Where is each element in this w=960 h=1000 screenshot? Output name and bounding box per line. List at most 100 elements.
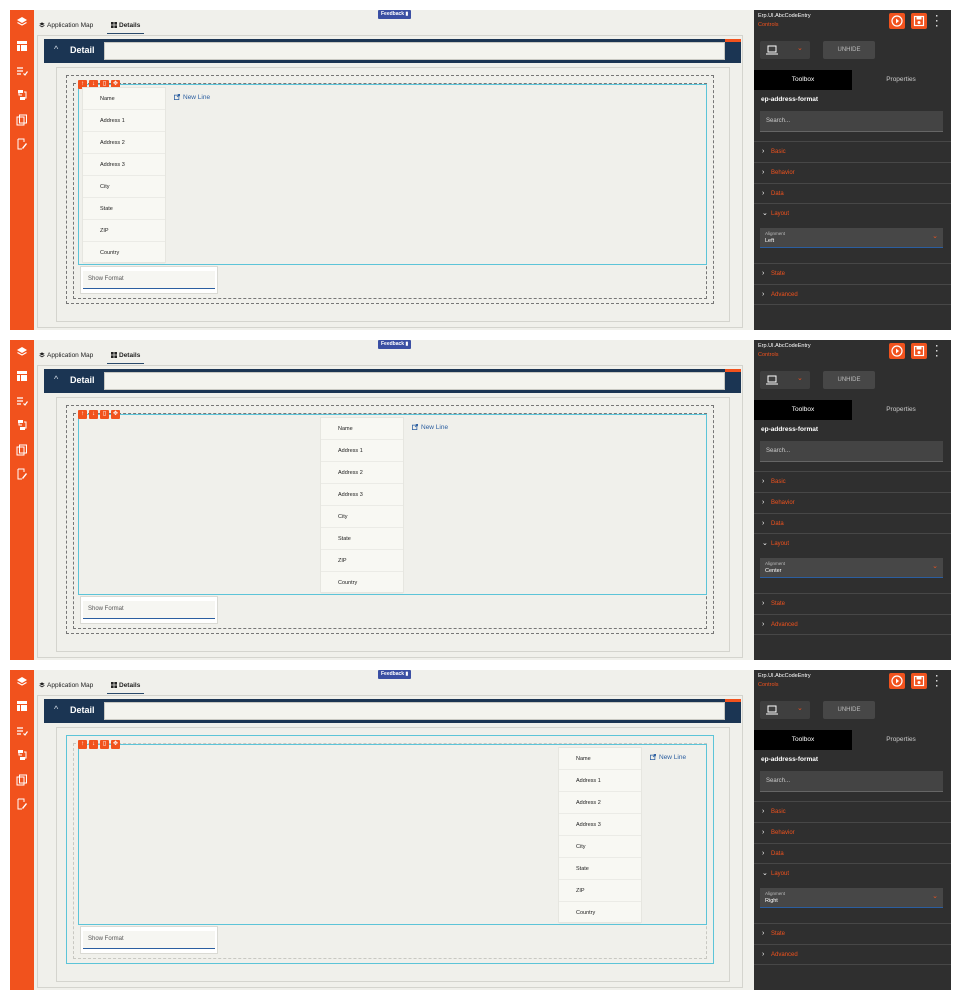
section-layout[interactable]: ⌄ Layout bbox=[754, 863, 951, 883]
edit-doc-icon[interactable] bbox=[16, 468, 28, 480]
delete-button[interactable]: ▯ bbox=[100, 740, 109, 749]
search-input[interactable]: Search... bbox=[760, 111, 943, 132]
move-up-button[interactable]: ↑ bbox=[78, 410, 87, 419]
section-advanced[interactable]: › Advanced bbox=[754, 284, 951, 304]
edit-doc-icon[interactable] bbox=[16, 798, 28, 810]
tab-application-map[interactable]: Application Map bbox=[39, 350, 93, 364]
tab-details[interactable]: Details bbox=[107, 350, 145, 364]
section-basic[interactable]: › Basic bbox=[754, 471, 951, 491]
alignment-select[interactable]: Alignment Left ⌄ bbox=[760, 228, 943, 248]
section-advanced[interactable]: › Advanced bbox=[754, 944, 951, 964]
section-data[interactable]: › Data bbox=[754, 183, 951, 203]
section-advanced[interactable]: › Advanced bbox=[754, 614, 951, 634]
pages-icon[interactable] bbox=[16, 774, 28, 786]
unhide-button[interactable]: UNHIDE bbox=[823, 701, 875, 719]
feedback-button[interactable]: Feedback ▮ bbox=[378, 340, 412, 349]
section-state[interactable]: › State bbox=[754, 593, 951, 613]
section-layout[interactable]: ⌄ Layout bbox=[754, 203, 951, 223]
chevron-up-icon[interactable]: ^ bbox=[54, 44, 58, 54]
layout-icon[interactable] bbox=[16, 40, 28, 52]
device-select[interactable]: ⌄ bbox=[760, 701, 810, 719]
detail-input[interactable] bbox=[104, 372, 725, 390]
tab-details[interactable]: Details bbox=[107, 680, 145, 694]
list-item[interactable]: ZIP bbox=[559, 880, 641, 902]
save-button[interactable] bbox=[911, 343, 927, 359]
edit-doc-icon[interactable] bbox=[16, 138, 28, 150]
list-item[interactable]: Address 2 bbox=[83, 132, 165, 154]
more-menu-icon[interactable]: · · · bbox=[934, 672, 940, 691]
tab-toolbox[interactable]: Toolbox bbox=[754, 400, 852, 420]
section-data[interactable]: › Data bbox=[754, 843, 951, 863]
list-item[interactable]: Country bbox=[321, 572, 403, 594]
move-down-button[interactable]: ↓ bbox=[89, 410, 98, 419]
feedback-button[interactable]: Feedback ▮ bbox=[378, 670, 412, 679]
tab-toolbox[interactable]: Toolbox bbox=[754, 70, 852, 90]
tab-properties[interactable]: Properties bbox=[852, 70, 950, 90]
tab-properties[interactable]: Properties bbox=[852, 400, 950, 420]
save-button[interactable] bbox=[911, 13, 927, 29]
list-item[interactable]: City bbox=[83, 176, 165, 198]
new-line-link[interactable]: New Line bbox=[412, 424, 448, 431]
flow-icon[interactable] bbox=[16, 89, 28, 101]
list-check-icon[interactable] bbox=[16, 725, 28, 737]
detail-input[interactable] bbox=[104, 702, 725, 720]
tab-details[interactable]: Details bbox=[107, 20, 145, 34]
section-layout[interactable]: ⌄ Layout bbox=[754, 533, 951, 553]
chevron-up-icon[interactable]: ^ bbox=[54, 374, 58, 384]
unhide-button[interactable]: UNHIDE bbox=[823, 41, 875, 59]
new-line-link[interactable]: New Line bbox=[650, 754, 686, 761]
section-behavior[interactable]: › Behavior bbox=[754, 822, 951, 842]
new-line-link[interactable]: New Line bbox=[174, 94, 210, 101]
list-item[interactable]: ZIP bbox=[83, 220, 165, 242]
section-basic[interactable]: › Basic bbox=[754, 801, 951, 821]
device-select[interactable]: ⌄ bbox=[760, 371, 810, 389]
search-input[interactable]: Search... bbox=[760, 771, 943, 792]
drag-handle-button[interactable]: ✥ bbox=[111, 740, 120, 749]
list-item[interactable]: State bbox=[321, 528, 403, 550]
list-item[interactable]: Name bbox=[83, 88, 165, 110]
section-state[interactable]: › State bbox=[754, 923, 951, 943]
preview-button[interactable] bbox=[889, 343, 905, 359]
pages-icon[interactable] bbox=[16, 114, 28, 126]
show-format-input[interactable]: Show Format bbox=[83, 271, 215, 289]
delete-button[interactable]: ▯ bbox=[100, 410, 109, 419]
layers-icon[interactable] bbox=[16, 346, 28, 358]
pages-icon[interactable] bbox=[16, 444, 28, 456]
list-item[interactable]: Address 1 bbox=[83, 110, 165, 132]
list-check-icon[interactable] bbox=[16, 395, 28, 407]
section-behavior[interactable]: › Behavior bbox=[754, 162, 951, 182]
more-menu-icon[interactable]: · · · bbox=[934, 342, 940, 361]
list-item[interactable]: State bbox=[559, 858, 641, 880]
alignment-select[interactable]: Alignment Center ⌄ bbox=[760, 558, 943, 578]
section-behavior[interactable]: › Behavior bbox=[754, 492, 951, 512]
flow-icon[interactable] bbox=[16, 749, 28, 761]
list-item[interactable]: Address 2 bbox=[559, 792, 641, 814]
list-item[interactable]: State bbox=[83, 198, 165, 220]
list-item[interactable]: Country bbox=[559, 902, 641, 924]
list-item[interactable]: Address 2 bbox=[321, 462, 403, 484]
list-item[interactable]: Address 3 bbox=[83, 154, 165, 176]
list-item[interactable]: Name bbox=[559, 748, 641, 770]
layers-icon[interactable] bbox=[16, 676, 28, 688]
chevron-up-icon[interactable]: ^ bbox=[54, 704, 58, 714]
tab-toolbox[interactable]: Toolbox bbox=[754, 730, 852, 750]
device-select[interactable]: ⌄ bbox=[760, 41, 810, 59]
list-item[interactable]: Address 1 bbox=[559, 770, 641, 792]
list-item[interactable]: Name bbox=[321, 418, 403, 440]
layers-icon[interactable] bbox=[16, 16, 28, 28]
list-item[interactable]: City bbox=[321, 506, 403, 528]
unhide-button[interactable]: UNHIDE bbox=[823, 371, 875, 389]
preview-button[interactable] bbox=[889, 13, 905, 29]
alignment-select[interactable]: Alignment Right ⌄ bbox=[760, 888, 943, 908]
layout-icon[interactable] bbox=[16, 700, 28, 712]
section-basic[interactable]: › Basic bbox=[754, 141, 951, 161]
save-button[interactable] bbox=[911, 673, 927, 689]
feedback-button[interactable]: Feedback ▮ bbox=[378, 10, 412, 19]
tab-application-map[interactable]: Application Map bbox=[39, 20, 93, 34]
layout-icon[interactable] bbox=[16, 370, 28, 382]
preview-button[interactable] bbox=[889, 673, 905, 689]
list-item[interactable]: Address 1 bbox=[321, 440, 403, 462]
move-down-button[interactable]: ↓ bbox=[89, 740, 98, 749]
show-format-input[interactable]: Show Format bbox=[83, 931, 215, 949]
list-item[interactable]: ZIP bbox=[321, 550, 403, 572]
